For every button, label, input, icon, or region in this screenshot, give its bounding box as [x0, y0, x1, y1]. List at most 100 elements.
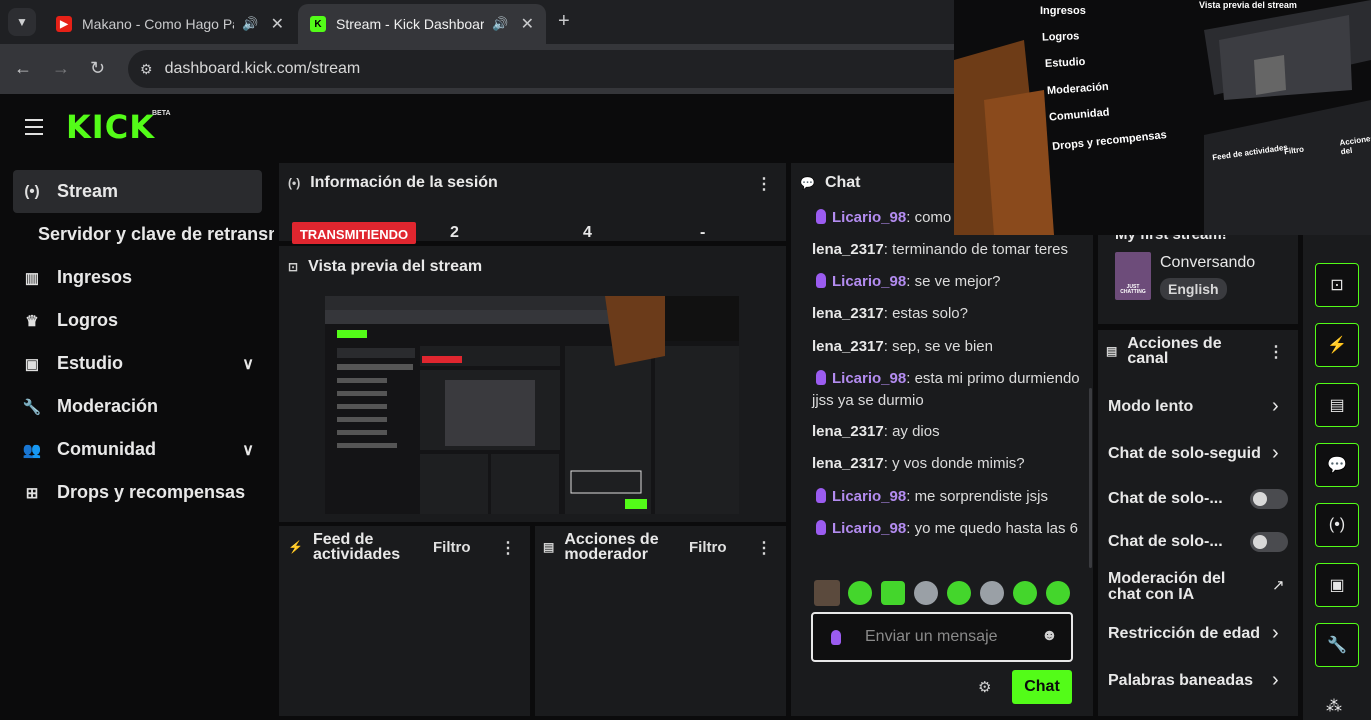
new-tab-icon[interactable]: +: [558, 10, 570, 33]
sidebar-item-moderacion[interactable]: 🔧 Moderación: [13, 385, 262, 428]
chat-username[interactable]: lena_2317: [812, 241, 884, 258]
close-tab-icon[interactable]: ✕: [521, 14, 534, 34]
preview-rail-button[interactable]: ⊡: [1315, 263, 1359, 307]
chat-username[interactable]: lena_2317: [812, 338, 884, 355]
age-restriction-option[interactable]: Restricción de edad: [1108, 625, 1260, 643]
overlay-item: Estudio: [1044, 55, 1086, 71]
more-options-icon[interactable]: ⋮: [1268, 342, 1284, 362]
chat-username[interactable]: lena_2317: [812, 455, 884, 472]
studio-icon: ▣: [24, 355, 40, 373]
external-link-icon[interactable]: ↗: [1272, 576, 1285, 594]
sidebar-item-stream[interactable]: (•) Stream: [13, 170, 262, 213]
screen-icon: ⊡: [288, 260, 299, 274]
tab-kick-dashboard[interactable]: K Stream - Kick Dashboard 🔊 ✕: [298, 4, 546, 44]
users-icon: 👥: [22, 441, 42, 459]
chat-username[interactable]: Licario_98: [832, 488, 906, 505]
panel-title-text: Acciones de canal: [1127, 336, 1221, 367]
emote-icon[interactable]: [947, 581, 971, 605]
speaker-icon[interactable]: 🔊: [492, 16, 508, 32]
panel-title-text: Chat: [824, 174, 861, 191]
sidebar-item-drops[interactable]: ⊞ Drops y recompensas: [13, 471, 262, 514]
chat-message-input[interactable]: Enviar un mensaje ☻: [811, 612, 1073, 662]
chat-username[interactable]: lena_2317: [812, 305, 884, 322]
mic-icon: [816, 273, 826, 288]
chat-message: lena_2317: terminando de tomar teres: [812, 241, 1068, 258]
channel-actions-panel: [1098, 330, 1298, 716]
kick-logo[interactable]: KICK: [66, 108, 155, 146]
screen-icon: ⊡: [1330, 277, 1344, 294]
emotes-only-toggle[interactable]: [1250, 532, 1288, 552]
tab-search-chevron-icon[interactable]: ▼: [8, 8, 36, 36]
more-options-icon[interactable]: ⋮: [756, 538, 772, 558]
chat-username[interactable]: Licario_98: [832, 273, 906, 290]
filter-button[interactable]: Filtro: [689, 539, 727, 556]
emote-icon[interactable]: [980, 581, 1004, 605]
document-icon: ▤: [1329, 397, 1345, 414]
site-settings-icon[interactable]: ⚙: [140, 61, 153, 78]
sidebar-item-server-key[interactable]: Servidor y clave de retransmisión: [38, 224, 274, 245]
chevron-down-icon[interactable]: ∨: [242, 354, 254, 374]
subscribers-only-toggle[interactable]: [1250, 489, 1288, 509]
chat-username[interactable]: lena_2317: [812, 423, 884, 440]
emote-icon[interactable]: [1046, 581, 1070, 605]
stream-preview-video[interactable]: [325, 296, 739, 514]
emote-icon[interactable]: [848, 581, 872, 605]
user-avatar[interactable]: [814, 580, 840, 606]
sidebar-item-logros[interactable]: ♛ Logros: [13, 299, 262, 342]
sidebar-item-estudio[interactable]: ▣ Estudio ∨: [13, 342, 262, 385]
sidebar-item-label: Drops y recompensas: [57, 482, 246, 502]
gear-icon[interactable]: ⚙: [978, 678, 991, 696]
more-options-icon[interactable]: ⋮: [756, 174, 772, 194]
moderator-rail-button[interactable]: ▤: [1315, 383, 1359, 427]
chat-username[interactable]: Licario_98: [832, 370, 906, 387]
session-info-title: (•) Información de la sesión: [288, 174, 498, 192]
dots-icon[interactable]: ⁂: [1326, 696, 1342, 716]
gift-icon: ⊞: [25, 484, 39, 502]
chat-scrollbar[interactable]: [1089, 388, 1092, 568]
close-tab-icon[interactable]: ✕: [271, 14, 284, 34]
sidebar-item-comunidad[interactable]: 👥 Comunidad ∨: [13, 428, 262, 471]
activity-rail-button[interactable]: ⚡: [1315, 323, 1359, 367]
chevron-right-icon[interactable]: ›: [1272, 622, 1279, 645]
banned-words-option[interactable]: Palabras baneadas: [1108, 672, 1253, 690]
tools-rail-button[interactable]: 🔧: [1315, 623, 1359, 667]
ai-moderation-option[interactable]: Moderación del chat con IA: [1108, 571, 1253, 603]
followers-only-option[interactable]: Chat de solo-seguid: [1108, 445, 1264, 463]
chat-text: ay dios: [892, 423, 940, 440]
url-field[interactable]: ⚙ dashboard.kick.com/stream: [128, 50, 978, 88]
chevron-right-icon[interactable]: ›: [1272, 669, 1279, 692]
emote-icon[interactable]: [914, 581, 938, 605]
chat-message: lena_2317: ay dios: [812, 423, 940, 440]
filter-button[interactable]: Filtro: [433, 539, 471, 556]
chevron-right-icon[interactable]: ›: [1272, 442, 1279, 465]
wrench-icon: 🔧: [1327, 637, 1347, 654]
chat-username[interactable]: Licario_98: [832, 209, 906, 226]
reload-icon[interactable]: ↻: [90, 58, 105, 79]
forward-icon[interactable]: →: [52, 58, 70, 79]
title-line: moderador: [564, 546, 648, 563]
session-rail-button[interactable]: (•): [1315, 503, 1359, 547]
menu-icon[interactable]: [25, 119, 43, 140]
chat-title: 💬 Chat: [800, 174, 861, 192]
back-icon[interactable]: ←: [14, 58, 32, 79]
category-thumbnail[interactable]: JUST CHATTING: [1115, 252, 1151, 300]
subscribers-only-option: Chat de solo-...: [1108, 490, 1223, 507]
send-chat-button[interactable]: Chat: [1012, 670, 1072, 704]
emote-icon[interactable]: [881, 581, 905, 605]
mic-icon[interactable]: [831, 629, 841, 645]
chat-placeholder: Enviar un mensaje: [865, 628, 998, 645]
more-options-icon[interactable]: ⋮: [500, 538, 516, 558]
slow-mode-option[interactable]: Modo lento: [1108, 398, 1193, 416]
chevron-right-icon[interactable]: ›: [1272, 395, 1279, 418]
actions-rail-button[interactable]: ▣: [1315, 563, 1359, 607]
tab-youtube[interactable]: ▶ Makano - Como Hago Para 🔊 ✕: [44, 4, 296, 44]
emote-icon[interactable]: [1013, 581, 1037, 605]
emoji-icon[interactable]: ☻: [1041, 627, 1058, 645]
chat-username[interactable]: Licario_98: [832, 520, 906, 537]
chat-rail-button[interactable]: 💬: [1315, 443, 1359, 487]
sidebar-item-ingresos[interactable]: ▥ Ingresos: [13, 256, 262, 299]
mic-icon: [816, 488, 826, 503]
chat-text: me sorprendiste jsjs: [914, 488, 1048, 505]
chevron-down-icon[interactable]: ∨: [242, 440, 254, 460]
speaker-icon[interactable]: 🔊: [242, 16, 258, 32]
